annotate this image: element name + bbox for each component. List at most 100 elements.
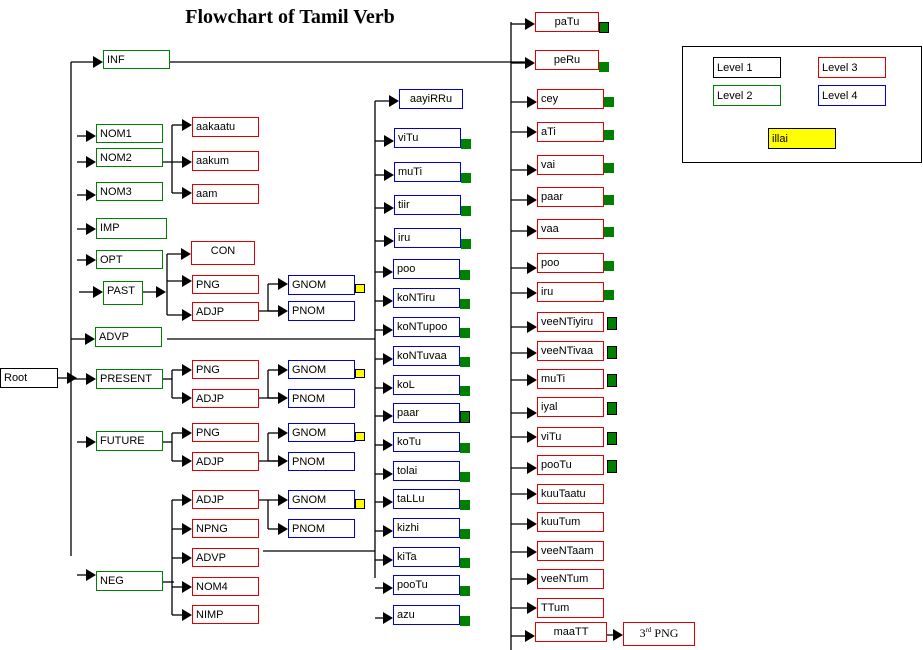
node-nom1[interactable]: NOM1 (96, 124, 163, 143)
node-inf-kuuTum[interactable]: kuuTum (537, 512, 604, 532)
node-inf-iyal[interactable]: iyal (537, 397, 604, 417)
node-past[interactable]: PAST (103, 281, 143, 305)
node-present[interactable]: PRESENT (96, 369, 163, 389)
node-neg-gnom[interactable]: GNOM (288, 490, 355, 509)
node-aux-aayiRRu[interactable]: aayiRRu (399, 89, 463, 109)
node-inf-poo[interactable]: poo (537, 253, 604, 273)
node-nom2[interactable]: NOM2 (96, 148, 163, 167)
node-3rd-png[interactable]: 3rd PNG (623, 622, 695, 646)
node-inf-veeNTaam[interactable]: veeNTaam (537, 541, 604, 561)
legend-level-2: Level 2 (713, 85, 781, 106)
node-inf-peRu[interactable]: peRu (535, 50, 599, 70)
node-aux-tolai[interactable]: tolai (393, 461, 460, 481)
node-inf-iru[interactable]: iru (537, 282, 604, 302)
node-inf-paar[interactable]: paar (537, 187, 604, 207)
arrowhead-icon (181, 248, 191, 260)
node-neg[interactable]: NEG (96, 571, 163, 591)
node-inf-veeNTivaa[interactable]: veeNTivaa (537, 341, 604, 361)
node-inf-vai[interactable]: vai (537, 155, 604, 175)
arrowhead-icon (613, 629, 623, 641)
node-aux-koL[interactable]: koL (393, 375, 460, 395)
node-inf-maaTT[interactable]: maaTT (535, 622, 607, 642)
node-aux-taLLu[interactable]: taLLu (393, 489, 460, 509)
arrowhead-icon (527, 164, 537, 176)
arrowhead-icon (527, 225, 537, 237)
arrowhead-icon (383, 266, 393, 278)
node-past-pnom[interactable]: PNOM (288, 301, 355, 321)
arrowhead-icon (156, 286, 166, 298)
auxiliary-marker (460, 558, 470, 568)
node-inf-viTu[interactable]: viTu (537, 427, 604, 447)
arrowhead-icon (384, 169, 394, 181)
node-inf-veeNTiyiru[interactable]: veeNTiyiru (537, 312, 604, 332)
node-imp[interactable]: IMP (96, 218, 167, 239)
node-root[interactable]: Root (0, 368, 58, 388)
node-aux-tiir[interactable]: tiir (394, 195, 461, 215)
node-aux-kizhi[interactable]: kizhi (393, 518, 460, 538)
arrowhead-icon (383, 295, 393, 307)
node-inf-cey[interactable]: cey (537, 89, 604, 109)
node-aux-muTi[interactable]: muTi (394, 162, 461, 182)
node-neg-npng[interactable]: NPNG (192, 519, 259, 538)
node-aux-paar[interactable]: paar (393, 403, 460, 423)
node-inf-TTum[interactable]: TTum (537, 598, 604, 618)
node-future[interactable]: FUTURE (96, 431, 163, 451)
arrowhead-icon (278, 494, 288, 506)
arrowhead-icon (384, 235, 394, 247)
node-inf-muTi[interactable]: muTi (537, 369, 604, 389)
node-aux-poo[interactable]: poo (393, 259, 460, 279)
node-aam[interactable]: aam (192, 184, 259, 204)
node-nom3[interactable]: NOM3 (96, 182, 163, 201)
node-inf-aTi[interactable]: aTi (537, 122, 604, 142)
node-inf-veeNTum[interactable]: veeNTum (537, 569, 604, 589)
legend: Level 1 Level 3 Level 2 Level 4 illai (682, 46, 922, 163)
node-aakum[interactable]: aakum (192, 151, 259, 171)
arrowhead-icon (182, 552, 192, 564)
node-aux-koTu[interactable]: koTu (393, 432, 460, 452)
arrowhead-icon (182, 494, 192, 506)
arrowhead-icon (527, 321, 537, 333)
node-aux-koNTupoo[interactable]: koNTupoo (393, 317, 460, 337)
arrowhead-icon (86, 436, 96, 448)
node-neg-pnom[interactable]: PNOM (288, 519, 355, 538)
node-past-gnom[interactable]: GNOM (288, 275, 355, 295)
node-aux-azu[interactable]: azu (393, 605, 460, 625)
node-advp[interactable]: ADVP (95, 327, 162, 347)
node-aux-kiTa[interactable]: kiTa (393, 547, 460, 567)
node-aakaatu[interactable]: aakaatu (192, 117, 259, 137)
node-present-gnom[interactable]: GNOM (288, 360, 355, 379)
node-future-png[interactable]: PNG (192, 423, 259, 442)
node-aux-viTu[interactable]: viTu (394, 128, 461, 148)
node-inf-kuuTaatu[interactable]: kuuTaatu (537, 484, 604, 504)
illai-marker (355, 284, 365, 293)
arrowhead-icon (278, 523, 288, 535)
auxiliary-marker (461, 139, 471, 149)
node-inf-paTu[interactable]: paTu (535, 12, 599, 32)
node-aux-koNTiru[interactable]: koNTiru (393, 288, 460, 308)
node-inf-pooTu[interactable]: pooTu (537, 455, 604, 475)
node-neg-adjp[interactable]: ADJP (192, 490, 259, 509)
arrowhead-icon (383, 382, 393, 394)
node-inf[interactable]: INF (103, 50, 170, 69)
node-present-adjp[interactable]: ADJP (192, 389, 259, 408)
node-past-png[interactable]: PNG (192, 275, 259, 294)
node-past-con[interactable]: CON (191, 241, 255, 265)
node-past-adjp[interactable]: ADJP (192, 302, 259, 321)
node-neg-advp[interactable]: ADVP (192, 548, 259, 567)
node-neg-nimp[interactable]: NIMP (192, 605, 259, 624)
node-future-pnom[interactable]: PNOM (288, 452, 355, 471)
node-opt[interactable]: OPT (96, 250, 163, 269)
node-future-adjp[interactable]: ADJP (192, 452, 259, 471)
arrowhead-icon (86, 223, 96, 235)
arrowhead-icon (525, 630, 535, 642)
node-future-gnom[interactable]: GNOM (288, 423, 355, 442)
node-present-png[interactable]: PNG (192, 360, 259, 379)
node-inf-vaa[interactable]: vaa (537, 219, 604, 239)
node-present-pnom[interactable]: PNOM (288, 389, 355, 408)
node-neg-nom4[interactable]: NOM4 (192, 577, 259, 596)
arrowhead-icon (278, 278, 288, 290)
node-aux-koNTuvaa[interactable]: koNTuvaa (393, 346, 460, 366)
node-aux-pooTu[interactable]: pooTu (393, 575, 460, 595)
arrowhead-icon (527, 374, 537, 386)
node-aux-iru[interactable]: iru (394, 228, 461, 248)
